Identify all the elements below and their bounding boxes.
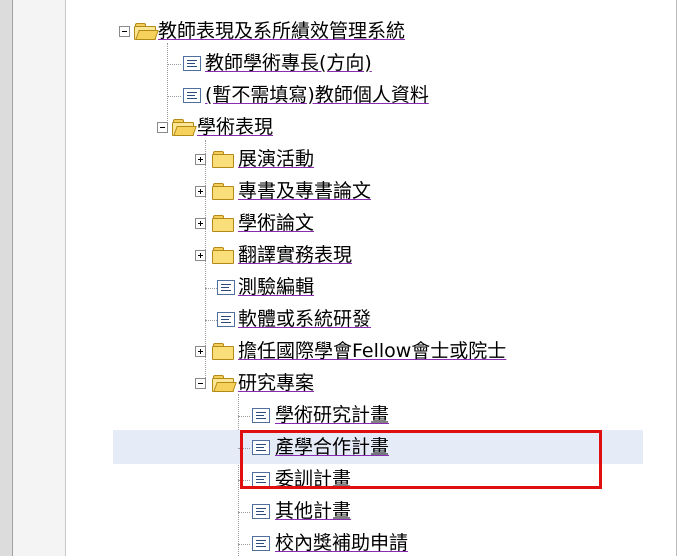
tree-node-academic-research-plan[interactable]: 學術研究計畫 bbox=[0, 398, 676, 432]
tree-node-internal-grants[interactable]: 校內獎補助申請 bbox=[0, 526, 676, 560]
collapse-toggle-icon[interactable] bbox=[195, 378, 206, 389]
tree-connector bbox=[238, 512, 250, 513]
document-icon bbox=[252, 408, 270, 423]
tree-node-label[interactable]: 教師學術專長(方向) bbox=[205, 52, 372, 74]
tree-connector bbox=[205, 320, 217, 321]
expand-toggle-icon[interactable] bbox=[195, 218, 206, 229]
tree-node-teaching-expertise[interactable]: 教師學術專長(方向) bbox=[0, 46, 676, 80]
tree-node-root[interactable]: 教師表現及系所績效管理系統 bbox=[0, 14, 676, 48]
tree-node-label[interactable]: 翻譯實務表現 bbox=[238, 244, 352, 266]
document-icon bbox=[183, 88, 201, 103]
tree-node-label[interactable]: 研究專案 bbox=[238, 372, 314, 394]
tree-node-label[interactable]: 學術論文 bbox=[238, 212, 314, 234]
tree-node-label[interactable]: 學術表現 bbox=[197, 116, 273, 138]
folder-icon bbox=[212, 343, 234, 360]
expand-toggle-icon[interactable] bbox=[195, 186, 206, 197]
tree-node-test-editing[interactable]: 測驗編輯 bbox=[0, 270, 676, 304]
document-icon bbox=[183, 56, 201, 71]
tree-node-label[interactable]: 擔任國際學會Fellow會士或院士 bbox=[238, 340, 506, 362]
expand-toggle-icon[interactable] bbox=[195, 346, 206, 357]
tree-node-label[interactable]: 校內獎補助申請 bbox=[275, 532, 408, 554]
folder-icon bbox=[212, 215, 234, 232]
tree-connector bbox=[238, 416, 250, 417]
document-icon bbox=[217, 280, 235, 295]
tree-node-papers[interactable]: 學術論文 bbox=[0, 206, 676, 240]
document-icon bbox=[217, 312, 235, 327]
expand-toggle-icon[interactable] bbox=[195, 154, 206, 165]
expand-toggle-icon[interactable] bbox=[195, 250, 206, 261]
tree-node-label[interactable]: 教師表現及系所績效管理系統 bbox=[158, 20, 405, 42]
folder-icon bbox=[212, 183, 234, 200]
tree-node-label[interactable]: 專書及專書論文 bbox=[238, 180, 371, 202]
tree-node-books[interactable]: 專書及專書論文 bbox=[0, 174, 676, 208]
open-folder-icon bbox=[172, 119, 197, 136]
tree-node-other-plans[interactable]: 其他計畫 bbox=[0, 494, 676, 528]
tree-view: 教師表現及系所績效管理系統 教師學術專長(方向) (暫不需填寫)教師個人資料 學… bbox=[0, 0, 676, 556]
document-icon bbox=[252, 536, 270, 551]
tree-node-research-projects[interactable]: 研究專案 bbox=[0, 366, 676, 400]
tree-connector bbox=[238, 544, 250, 545]
tree-connector bbox=[167, 96, 181, 97]
tree-node-exhibition[interactable]: 展演活動 bbox=[0, 142, 676, 176]
right-frame-border bbox=[676, 0, 677, 556]
tree-node-translation[interactable]: 翻譯實務表現 bbox=[0, 238, 676, 272]
collapse-toggle-icon[interactable] bbox=[119, 26, 130, 37]
tree-node-label[interactable]: 展演活動 bbox=[238, 148, 314, 170]
tree-node-personal-data[interactable]: (暫不需填寫)教師個人資料 bbox=[0, 78, 676, 112]
tree-node-fellow[interactable]: 擔任國際學會Fellow會士或院士 bbox=[0, 334, 676, 368]
tree-node-software[interactable]: 軟體或系統研發 bbox=[0, 302, 676, 336]
tree-node-label[interactable]: 學術研究計畫 bbox=[275, 404, 389, 426]
tree-node-label[interactable]: 測驗編輯 bbox=[238, 276, 314, 298]
annotation-highlight-box bbox=[240, 430, 602, 489]
collapse-toggle-icon[interactable] bbox=[157, 122, 168, 133]
tree-node-label[interactable]: (暫不需填寫)教師個人資料 bbox=[205, 84, 429, 106]
open-folder-icon bbox=[212, 375, 237, 392]
tree-node-academic-performance[interactable]: 學術表現 bbox=[0, 110, 676, 144]
folder-icon bbox=[212, 247, 234, 264]
tree-node-label[interactable]: 軟體或系統研發 bbox=[238, 308, 371, 330]
folder-icon bbox=[212, 151, 234, 168]
tree-connector bbox=[167, 64, 181, 65]
tree-node-label[interactable]: 其他計畫 bbox=[275, 500, 351, 522]
document-icon bbox=[252, 504, 270, 519]
tree-connector bbox=[205, 288, 217, 289]
open-folder-icon bbox=[134, 23, 159, 40]
